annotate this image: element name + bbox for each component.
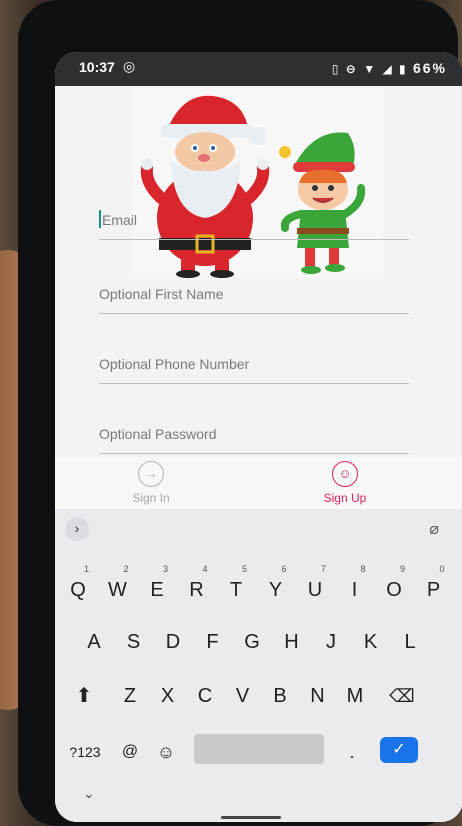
battery-icon: ▮: [399, 62, 408, 76]
phone-field[interactable]: [99, 344, 409, 383]
key-u[interactable]: U7: [298, 564, 332, 611]
backspace-key[interactable]: ⌫: [385, 675, 419, 717]
key-hint: 0: [439, 564, 445, 574]
key-f[interactable]: F: [196, 621, 230, 663]
key-a[interactable]: A: [77, 621, 111, 663]
key-b[interactable]: B: [263, 675, 297, 717]
add-user-icon: ☺: [332, 461, 358, 487]
auth-tab-bar: → Sign In ☺ Sign Up: [55, 457, 462, 511]
keyboard-toolbar: › ⌀: [55, 509, 462, 549]
key-d[interactable]: D: [156, 621, 190, 663]
signal-icon: ◢: [382, 62, 394, 76]
gesture-nav-bar[interactable]: [221, 816, 281, 819]
key-hint: 9: [399, 564, 405, 574]
key-hint: 7: [320, 564, 326, 574]
key-label: Q: [70, 579, 86, 601]
status-bar: 10:37 ◎ ▯ ⊖ ▼ ◢ ▮ 66%: [55, 52, 462, 86]
key-w[interactable]: W2: [101, 564, 135, 611]
period-key[interactable]: .: [335, 731, 369, 773]
space-bar[interactable]: [194, 734, 324, 764]
key-hint: 2: [123, 564, 129, 574]
key-e[interactable]: E3: [140, 564, 174, 611]
key-hint: 5: [241, 564, 247, 574]
on-screen-keyboard: › ⌀ Q1W2E3R4T5Y6U7I8O9P0 ASDFGHJKL ⬆ ⌫ Z…: [55, 509, 462, 822]
key-label: O: [386, 579, 402, 601]
key-s[interactable]: S: [117, 621, 151, 663]
sign-in-icon: →: [138, 461, 164, 487]
status-icons: ▯ ⊖ ▼ ◢ ▮ 66%: [332, 60, 447, 76]
at-key[interactable]: @: [113, 731, 147, 773]
key-n[interactable]: N: [301, 675, 335, 717]
key-hint: 8: [360, 564, 366, 574]
key-p[interactable]: P0: [417, 564, 451, 611]
symbols-key[interactable]: ?123: [63, 731, 107, 773]
collapse-keyboard-icon[interactable]: ⌄: [83, 785, 95, 802]
key-o[interactable]: O9: [377, 564, 411, 611]
key-label: I: [351, 579, 358, 601]
key-label: U: [307, 579, 323, 601]
password-field[interactable]: [99, 414, 409, 453]
email-field-wrapper: [99, 200, 409, 240]
santa-elf-illustration: [133, 88, 383, 278]
dnd-icon: ⊖: [345, 62, 358, 76]
email-field[interactable]: [99, 200, 409, 239]
phone-field-wrapper: [99, 344, 409, 384]
shift-key[interactable]: ⬆: [67, 675, 101, 717]
vibrate-icon: ▯: [331, 62, 341, 76]
tab-sign-in[interactable]: → Sign In: [101, 457, 201, 511]
key-q[interactable]: Q1: [61, 564, 95, 611]
password-field-wrapper: [99, 414, 409, 454]
key-label: W: [108, 579, 127, 601]
whatsapp-icon: ◎: [123, 58, 136, 74]
phone-screen: 10:37 ◎ ▯ ⊖ ▼ ◢ ▮ 66% Email Optional Fir…: [55, 52, 462, 822]
tab-sign-in-label: Sign In: [132, 491, 170, 505]
key-c[interactable]: C: [188, 675, 222, 717]
first-name-field[interactable]: [99, 274, 409, 313]
key-label: P: [426, 579, 441, 601]
santa-figure: [140, 95, 270, 278]
key-g[interactable]: G: [235, 621, 269, 663]
key-x[interactable]: X: [151, 675, 185, 717]
key-y[interactable]: Y6: [259, 564, 293, 611]
key-h[interactable]: H: [275, 621, 309, 663]
key-label: Y: [268, 579, 283, 601]
key-j[interactable]: J: [314, 621, 348, 663]
key-l[interactable]: L: [393, 621, 427, 663]
key-hint: 4: [202, 564, 208, 574]
text-cursor: [99, 210, 101, 228]
key-z[interactable]: Z: [113, 675, 147, 717]
key-label: E: [150, 579, 164, 601]
wifi-icon: ▼: [363, 62, 378, 76]
expand-toolbar-button[interactable]: ›: [65, 517, 89, 541]
tab-sign-up[interactable]: ☺ Sign Up: [295, 457, 395, 511]
tab-sign-up-label: Sign Up: [323, 491, 367, 505]
enter-key[interactable]: ✓: [380, 737, 418, 763]
key-label: R: [189, 579, 204, 601]
status-time: 10:37: [79, 59, 115, 75]
key-m[interactable]: M: [338, 675, 372, 717]
emoji-key[interactable]: ☺: [149, 731, 183, 773]
key-v[interactable]: V: [226, 675, 260, 717]
key-r[interactable]: R4: [180, 564, 214, 611]
key-hint: 1: [83, 564, 89, 574]
key-hint: 3: [162, 564, 168, 574]
mic-off-icon[interactable]: ⌀: [429, 519, 439, 539]
key-t[interactable]: T5: [219, 564, 253, 611]
battery-percent: 66%: [412, 60, 447, 76]
key-k[interactable]: K: [354, 621, 388, 663]
key-i[interactable]: I8: [338, 564, 372, 611]
phone-frame: 10:37 ◎ ▯ ⊖ ▼ ◢ ▮ 66% Email Optional Fir…: [18, 0, 462, 826]
key-hint: 6: [281, 564, 287, 574]
key-label: T: [229, 579, 243, 601]
first-name-field-wrapper: [99, 274, 409, 314]
